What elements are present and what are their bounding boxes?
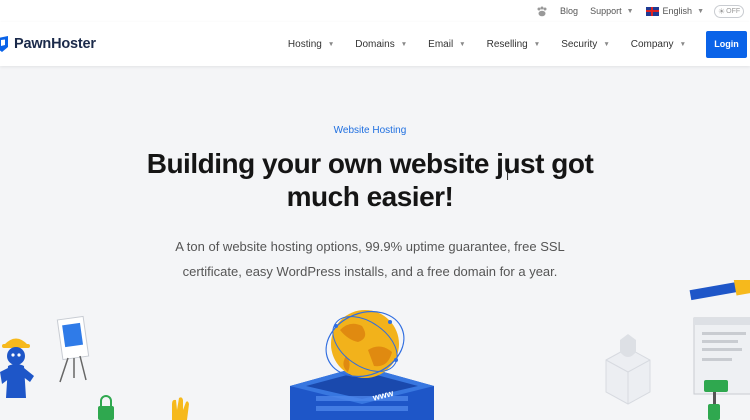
nav-item-security[interactable]: Security ▼ (561, 39, 610, 50)
hero-headline-line: Building your own website just got (146, 148, 594, 179)
nav-item-reselling[interactable]: Reselling ▼ (487, 39, 541, 50)
language-label: English (662, 6, 693, 16)
uk-flag-icon (645, 6, 659, 16)
paint-roller-icon (704, 380, 728, 420)
brand-logo-icon (0, 36, 8, 52)
language-selector[interactable]: English ▼ (645, 6, 704, 16)
theme-toggle-label: OFF (726, 7, 741, 15)
chevron-down-icon: ▼ (533, 40, 541, 48)
nav-item-label: Email (428, 38, 454, 50)
brand-name: PawnHoster (14, 36, 96, 52)
nav-item-label: Security (561, 38, 598, 50)
nav-item-company[interactable]: Company ▼ (631, 39, 686, 50)
chevron-down-icon: ▼ (626, 7, 634, 15)
chevron-down-icon: ▼ (679, 40, 686, 48)
hero-subtitle: A ton of website hosting options, 99.9% … (0, 234, 740, 284)
nav-item-label: Company (630, 38, 674, 50)
text-cursor-icon: I (506, 171, 510, 183)
support-dropdown[interactable]: Support ▼ (590, 6, 633, 16)
utility-bar: Blog Support ▼ English ▼ ☀ OFF (0, 0, 750, 22)
theme-toggle[interactable]: ☀ OFF (714, 4, 744, 18)
hand-icon (172, 397, 189, 420)
nav-item-label: Domains (355, 38, 395, 50)
hero-headline-line: much easier! (286, 181, 454, 212)
nav-menu: Hosting ▼ Domains ▼ Email ▼ Reselling ▼ Secu… (267, 39, 686, 50)
hero-eyebrow: Website Hosting (333, 125, 407, 136)
chevron-down-icon: ▼ (603, 40, 610, 48)
chevron-down-icon: ▼ (459, 40, 466, 48)
easel-icon (56, 315, 90, 383)
globe-server-icon: www (290, 310, 434, 420)
nav-item-label: Reselling (486, 38, 528, 50)
brand-logo[interactable]: PawnHoster (0, 36, 96, 52)
ruler-icon (689, 280, 750, 301)
support-label: Support (590, 6, 622, 16)
hero-subtitle-line: A ton of website hosting options, 99.9% … (175, 239, 565, 254)
hero-illustration: www (0, 280, 750, 420)
nav-item-email[interactable]: Email ▼ (428, 39, 465, 50)
shield-pedestal-icon (605, 334, 651, 405)
blog-link[interactable]: Blog (560, 6, 578, 16)
nav-item-domains[interactable]: Domains ▼ (355, 39, 407, 50)
chevron-down-icon: ▼ (327, 40, 335, 48)
nav-item-hosting[interactable]: Hosting ▼ (288, 39, 334, 50)
chevron-down-icon: ▼ (697, 7, 704, 15)
paw-icon (536, 6, 548, 17)
login-button[interactable]: Login (706, 30, 747, 58)
lock-icon (98, 395, 114, 420)
nav-item-label: Hosting (287, 38, 322, 50)
main-nav: PawnHoster Hosting ▼ Domains ▼ Email ▼ Rese… (0, 22, 750, 66)
sun-icon: ☀ (718, 6, 726, 16)
chevron-down-icon: ▼ (400, 40, 408, 48)
worker-character-icon (0, 338, 34, 398)
hero-headline: Building your own website just got much … (0, 147, 740, 213)
